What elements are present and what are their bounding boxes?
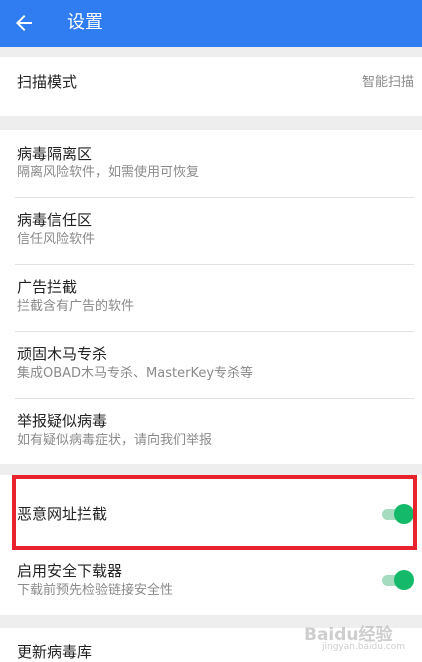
item-label: 举报疑似病毒 — [17, 412, 108, 430]
item-sub: 信任风险软件 — [17, 232, 96, 247]
malicious-url-block-toggle[interactable] — [380, 504, 414, 524]
item-sub: 集成OBAD木马专杀、MasterKey专杀等 — [17, 366, 254, 381]
toggle-knob — [394, 504, 414, 524]
watermark-url: jingyan.baidu.com — [322, 642, 406, 652]
safe-downloader-toggle[interactable] — [380, 570, 414, 590]
back-arrow-icon[interactable] — [12, 11, 36, 35]
toggle-knob — [394, 570, 414, 590]
item-sub: 拦截含有广告的软件 — [17, 299, 135, 314]
list-item-trojan-killer[interactable]: 顽固木马专杀 集成OBAD木马专杀、MasterKey专杀等 — [0, 331, 422, 398]
toggles-card: 恶意网址拦截 启用安全下载器 下载前预先检验链接安全性 — [0, 475, 422, 615]
update-label: 更新病毒库 — [17, 643, 93, 661]
scan-mode-label: 扫描模式 — [17, 73, 78, 91]
app-bar: 设置 — [0, 0, 422, 47]
item-label: 广告拦截 — [17, 278, 78, 296]
scan-mode-card: 扫描模式 智能扫描 — [0, 57, 422, 116]
list-item-quarantine[interactable]: 病毒隔离区 隔离风险软件，如需使用可恢复 — [0, 130, 422, 197]
page-title: 设置 — [67, 12, 103, 33]
item-sub: 隔离风险软件，如需使用可恢复 — [17, 165, 200, 180]
item-label: 病毒隔离区 — [17, 145, 93, 163]
toggle-label: 恶意网址拦截 — [17, 505, 108, 523]
item-label: 病毒信任区 — [17, 211, 93, 229]
tools-card: 病毒隔离区 隔离风险软件，如需使用可恢复 病毒信任区 信任风险软件 广告拦截 拦… — [0, 130, 422, 464]
malicious-url-block-row[interactable]: 恶意网址拦截 — [0, 475, 422, 550]
scan-mode-row[interactable]: 扫描模式 智能扫描 — [0, 57, 422, 116]
list-item-report-virus[interactable]: 举报疑似病毒 如有疑似病毒症状，请向我们举报 — [0, 398, 422, 464]
toggle-sub: 下载前预先检验链接安全性 — [17, 583, 174, 598]
safe-downloader-row[interactable]: 启用安全下载器 下载前预先检验链接安全性 — [0, 550, 422, 615]
list-item-ad-block[interactable]: 广告拦截 拦截含有广告的软件 — [0, 264, 422, 331]
list-item-trust-zone[interactable]: 病毒信任区 信任风险软件 — [0, 197, 422, 264]
item-label: 顽固木马专杀 — [17, 345, 108, 363]
item-sub: 如有疑似病毒症状，请向我们举报 — [17, 433, 213, 448]
scan-mode-value: 智能扫描 — [361, 75, 414, 90]
toggle-label: 启用安全下载器 — [17, 562, 123, 580]
